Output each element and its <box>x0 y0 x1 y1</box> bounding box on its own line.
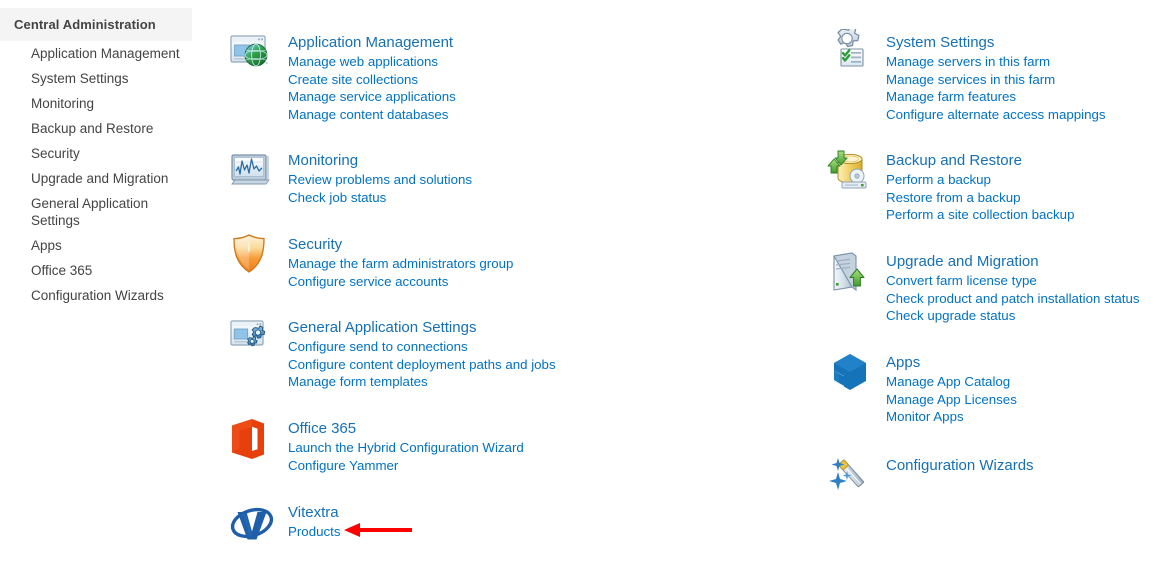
section-application-management: Application Management Manage web applica… <box>228 33 456 123</box>
section-general-application-settings: General Application Settings Configure se… <box>228 318 556 391</box>
sidebar-item-application-management[interactable]: Application Management <box>0 41 192 66</box>
sidebar-item-label: Backup and Restore <box>31 121 154 136</box>
sidebar-item-security[interactable]: Security <box>0 141 192 166</box>
section-title-link[interactable]: General Application Settings <box>288 318 556 337</box>
section-link[interactable]: Check product and patch installation sta… <box>886 290 1140 308</box>
section-title-link[interactable]: Office 365 <box>288 419 524 438</box>
section-monitoring: Monitoring Review problems and solutions C… <box>228 151 472 206</box>
sidebar-item-label: General Application Settings <box>31 196 149 228</box>
section-link[interactable]: Configure send to connections <box>288 338 556 356</box>
section-link[interactable]: Manage service applications <box>288 88 456 106</box>
apps-icon <box>826 349 874 397</box>
vitextra-icon <box>228 499 276 547</box>
section-body: Office 365 Launch the Hybrid Configuratio… <box>276 419 524 474</box>
sidebar-item-label: Office 365 <box>31 263 93 278</box>
sidebar-nav: Application Management System Settings Mon… <box>0 41 192 308</box>
sidebar-header: Central Administration <box>0 8 192 41</box>
sidebar-item-label: Application Management <box>31 46 180 61</box>
sidebar-item-label: Apps <box>31 238 62 253</box>
sidebar-item-label: Configuration Wizards <box>31 288 164 303</box>
annotation-arrow-icon <box>344 521 414 539</box>
sidebar: Central Administration Application Manag… <box>0 0 192 586</box>
general-application-settings-icon <box>228 314 276 362</box>
section-body: Upgrade and Migration Convert farm licens… <box>874 252 1140 325</box>
sidebar-item-label: Upgrade and Migration <box>31 171 169 186</box>
section-link[interactable]: Check job status <box>288 189 472 207</box>
section-link[interactable]: Manage web applications <box>288 53 456 71</box>
section-vitextra: Vitextra Products <box>228 503 340 547</box>
section-link[interactable]: Perform a site collection backup <box>886 206 1074 224</box>
section-title-link[interactable]: Apps <box>886 353 1017 372</box>
sidebar-item-system-settings[interactable]: System Settings <box>0 66 192 91</box>
sidebar-item-label: Monitoring <box>31 96 95 111</box>
sidebar-header-label: Central Administration <box>14 17 156 32</box>
section-body: Backup and Restore Perform a backup Restor… <box>874 151 1074 224</box>
section-link[interactable]: Perform a backup <box>886 171 1074 189</box>
section-link[interactable]: Manage App Catalog <box>886 373 1017 391</box>
sidebar-item-label: System Settings <box>31 71 129 86</box>
section-link[interactable]: Convert farm license type <box>886 272 1140 290</box>
sidebar-item-office-365[interactable]: Office 365 <box>0 258 192 283</box>
section-title-link[interactable]: Security <box>288 235 513 254</box>
section-link[interactable]: Configure service accounts <box>288 273 513 291</box>
section-link[interactable]: Configure Yammer <box>288 457 524 475</box>
section-link[interactable]: Manage form templates <box>288 373 556 391</box>
section-title-link[interactable]: Vitextra <box>288 503 340 522</box>
sidebar-item-monitoring[interactable]: Monitoring <box>0 91 192 116</box>
backup-restore-icon <box>826 147 874 195</box>
section-link[interactable]: Restore from a backup <box>886 189 1074 207</box>
monitoring-icon <box>228 147 276 195</box>
sidebar-item-backup-and-restore[interactable]: Backup and Restore <box>0 116 192 141</box>
section-backup-and-restore: Backup and Restore Perform a backup Restor… <box>826 150 1074 224</box>
section-link[interactable]: Products <box>288 523 340 541</box>
section-link[interactable]: Configure alternate access mappings <box>886 106 1106 124</box>
section-link[interactable]: Check upgrade status <box>886 307 1140 325</box>
section-title-link[interactable]: Upgrade and Migration <box>886 252 1140 271</box>
section-body: System Settings Manage servers in this fa… <box>874 33 1106 123</box>
section-link[interactable]: Manage App Licenses <box>886 391 1017 409</box>
section-title-link[interactable]: Backup and Restore <box>886 151 1074 170</box>
section-link[interactable]: Manage farm features <box>886 88 1106 106</box>
section-body: Apps Manage App Catalog Manage App License… <box>874 353 1017 426</box>
section-title-link[interactable]: Application Management <box>288 33 456 52</box>
section-configuration-wizards: Configuration Wizards <box>826 456 1034 500</box>
section-link[interactable]: Review problems and solutions <box>288 171 472 189</box>
sidebar-item-configuration-wizards[interactable]: Configuration Wizards <box>0 283 192 308</box>
section-body: Monitoring Review problems and solutions C… <box>276 151 472 206</box>
section-body: General Application Settings Configure se… <box>276 318 556 391</box>
section-upgrade-and-migration: Upgrade and Migration Convert farm licens… <box>826 252 1140 325</box>
section-body: Security Manage the farm administrators g… <box>276 235 513 290</box>
section-link[interactable]: Launch the Hybrid Configuration Wizard <box>288 439 524 457</box>
section-link[interactable]: Manage services in this farm <box>886 71 1106 89</box>
sidebar-item-apps[interactable]: Apps <box>0 233 192 258</box>
section-body: Configuration Wizards <box>874 456 1034 476</box>
section-body: Vitextra Products <box>276 503 340 541</box>
section-system-settings: System Settings Manage servers in this fa… <box>826 29 1106 123</box>
office365-icon <box>228 415 276 463</box>
section-link[interactable]: Manage the farm administrators group <box>288 255 513 273</box>
section-link[interactable]: Monitor Apps <box>886 408 1017 426</box>
section-link[interactable]: Manage content databases <box>288 106 456 124</box>
sidebar-item-label: Security <box>31 146 80 161</box>
upgrade-migration-icon <box>826 248 874 296</box>
section-title-link[interactable]: System Settings <box>886 33 1106 52</box>
section-link[interactable]: Manage servers in this farm <box>886 53 1106 71</box>
sidebar-item-upgrade-and-migration[interactable]: Upgrade and Migration <box>0 166 192 191</box>
system-settings-icon <box>826 29 874 77</box>
section-title-link[interactable]: Configuration Wizards <box>886 456 1034 475</box>
section-office-365: Office 365 Launch the Hybrid Configuratio… <box>228 419 524 474</box>
section-apps: Apps Manage App Catalog Manage App License… <box>826 353 1017 426</box>
security-shield-icon <box>228 231 276 279</box>
application-management-icon <box>228 29 276 77</box>
sidebar-item-general-application-settings[interactable]: General Application Settings <box>0 191 192 233</box>
configuration-wizards-icon <box>826 452 874 500</box>
section-link[interactable]: Create site collections <box>288 71 456 89</box>
section-security: Security Manage the farm administrators g… <box>228 234 513 290</box>
section-link[interactable]: Configure content deployment paths and j… <box>288 356 556 374</box>
section-body: Application Management Manage web applica… <box>276 33 456 123</box>
section-title-link[interactable]: Monitoring <box>288 151 472 170</box>
